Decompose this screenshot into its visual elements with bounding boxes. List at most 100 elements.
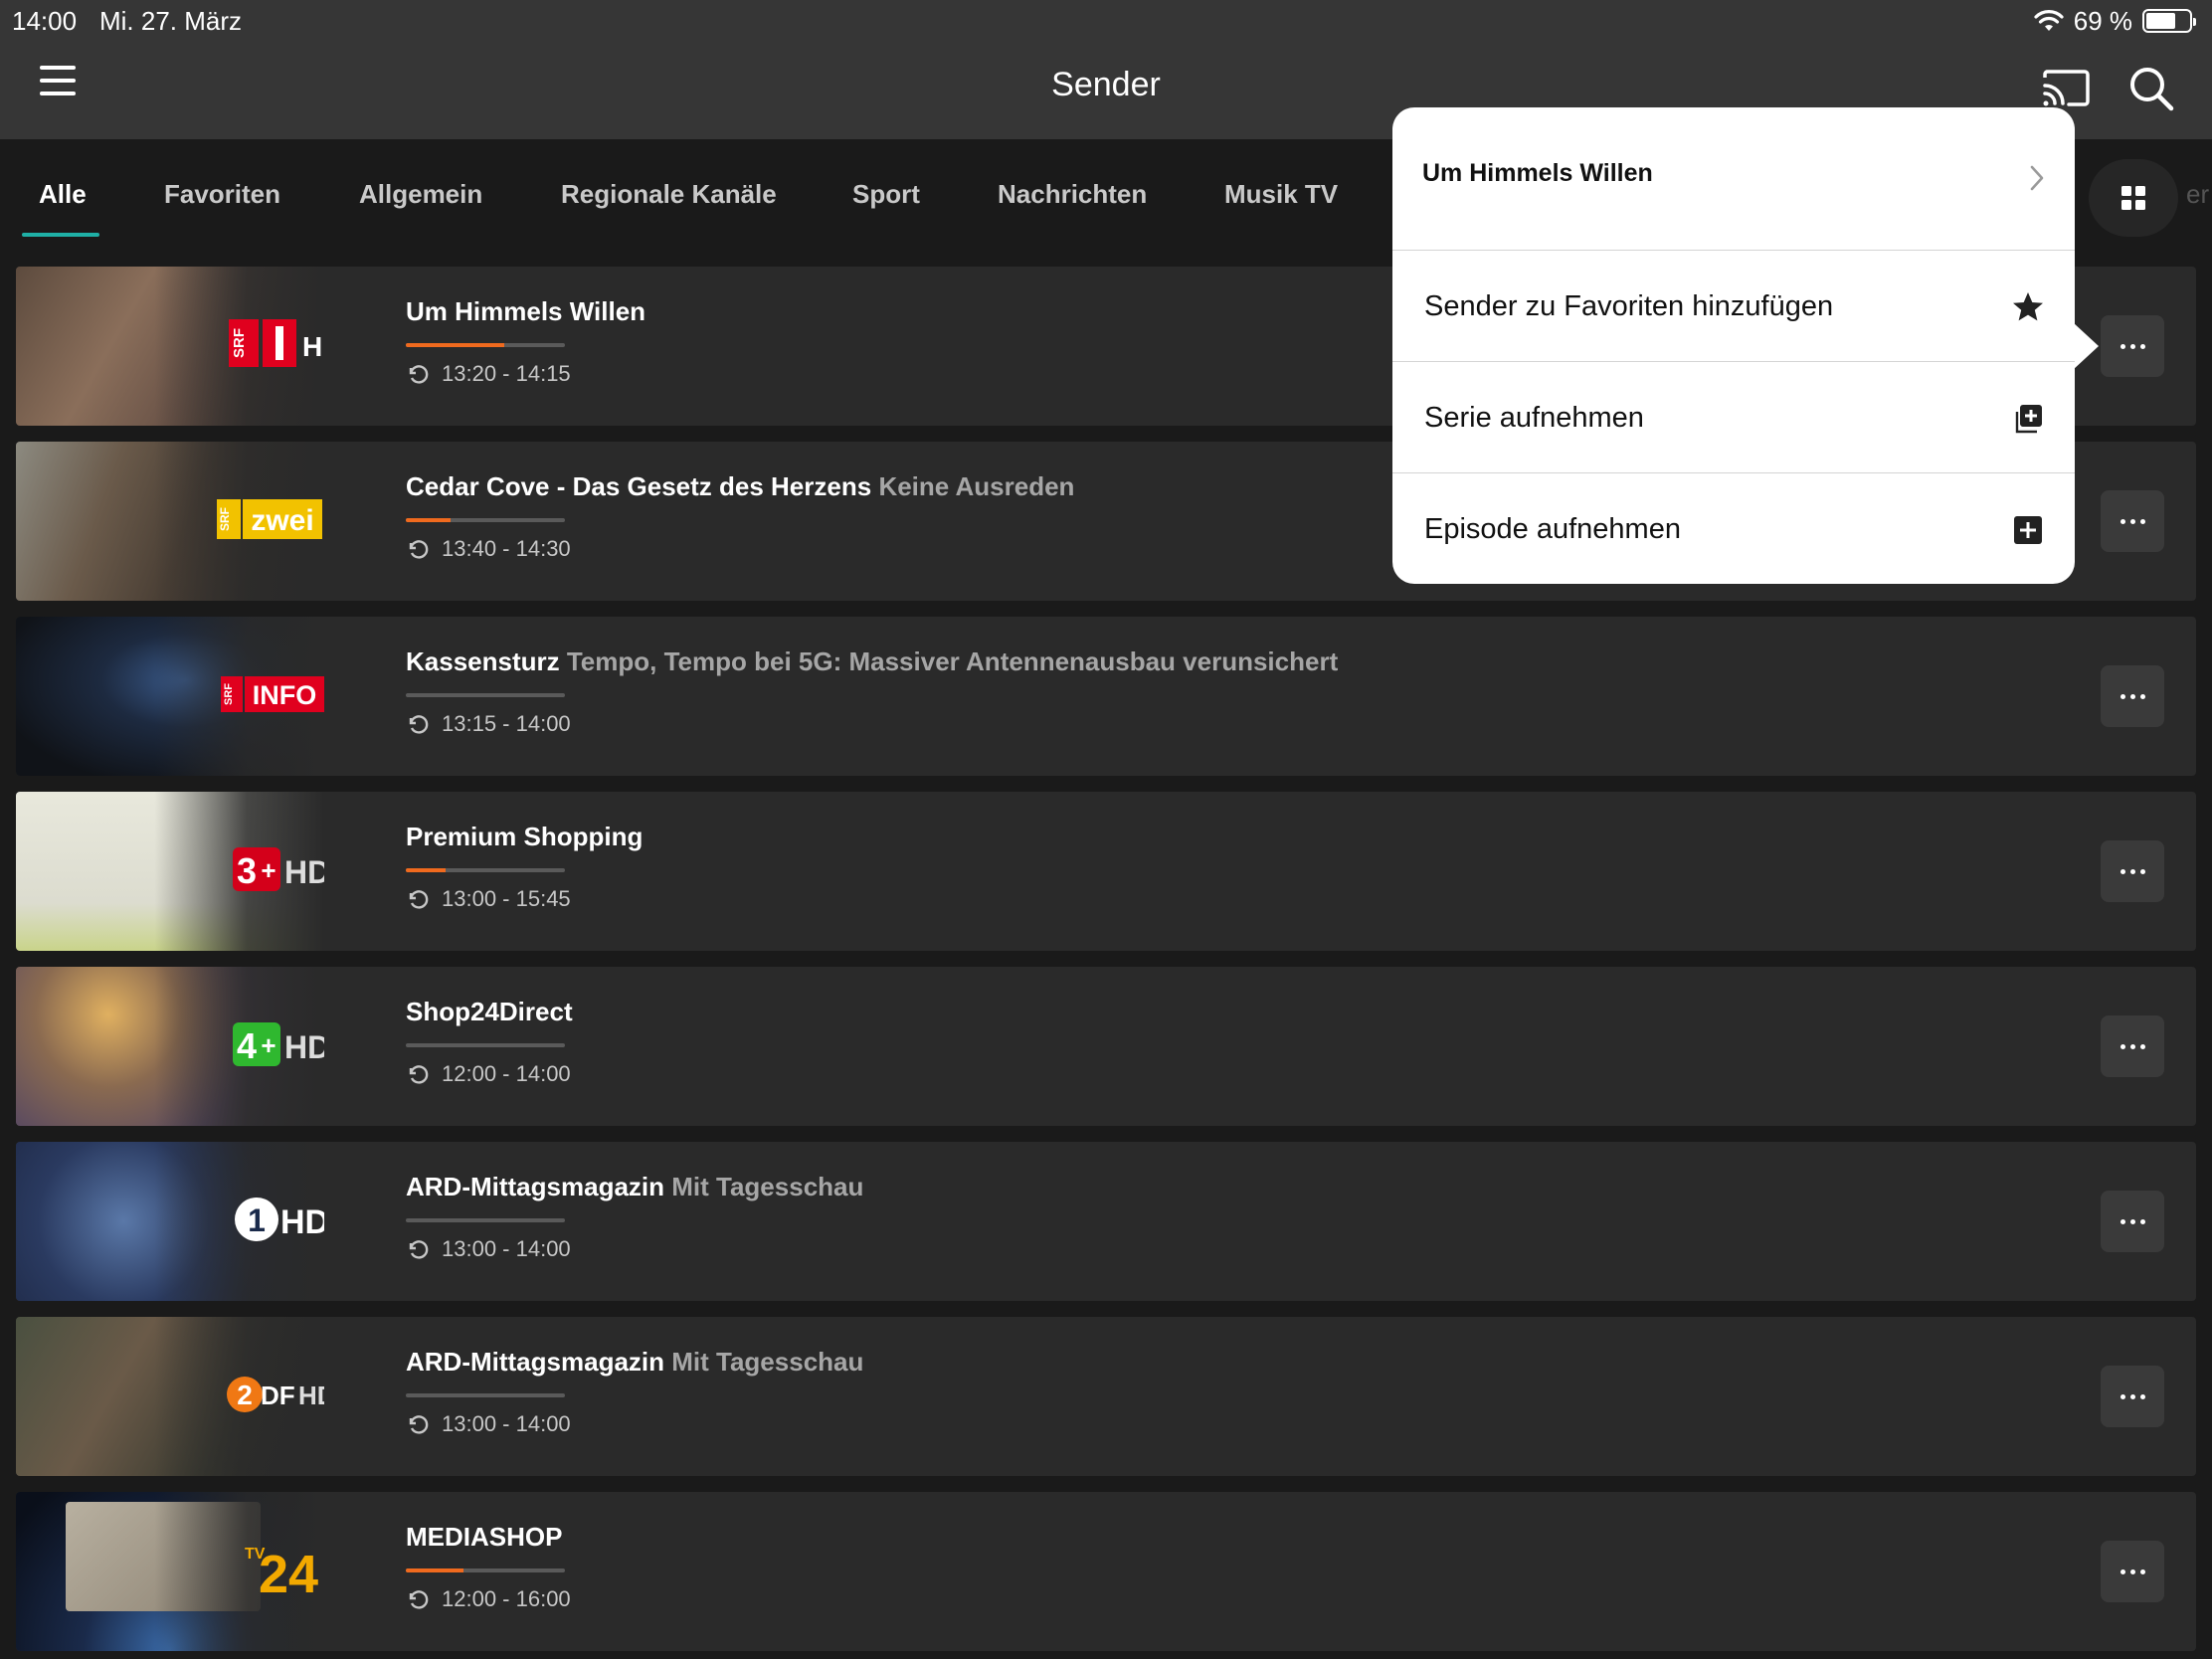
svg-text:1: 1: [248, 1202, 266, 1238]
program-time: 13:20 - 14:15: [442, 361, 571, 386]
svg-text:+: +: [261, 1030, 276, 1060]
more-options-button[interactable]: [2101, 490, 2164, 552]
more-options-button[interactable]: [2101, 1015, 2164, 1077]
channel-logo: 2 DF HD: [223, 1367, 324, 1420]
more-options-button[interactable]: [2101, 1541, 2164, 1602]
svg-text:4: 4: [237, 1025, 257, 1066]
battery-icon: [2142, 9, 2196, 33]
record-episode-icon: [2014, 516, 2042, 544]
program-title: ARD-Mittagsmagazin Mit Tagesschau: [406, 1347, 864, 1377]
channel-thumbnail: SRF INFO HD: [16, 617, 324, 776]
channel-row[interactable]: 4 + HD Shop24Direct 12:00 - 14:00: [16, 967, 2196, 1126]
channel-row[interactable]: SRF INFO HD Kassensturz Tempo, Tempo bei…: [16, 617, 2196, 776]
replay-icon: [409, 1240, 429, 1259]
channel-thumbnail: TV 24: [16, 1492, 324, 1651]
app-root: 14:00 Mi. 27. März 69 % Sender Alle Favo…: [0, 0, 2212, 1659]
star-icon: [2013, 292, 2043, 321]
channel-row[interactable]: 2 DF HD ARD-Mittagsmagazin Mit Tagesscha…: [16, 1317, 2196, 1476]
program-progress: [406, 1218, 565, 1222]
channel-row[interactable]: 1 HD ARD-Mittagsmagazin Mit Tagesschau 1…: [16, 1142, 2196, 1301]
popover-program-link[interactable]: Um Himmels Willen: [1392, 107, 2075, 251]
svg-text:2: 2: [237, 1380, 253, 1410]
program-title: ARD-Mittagsmagazin Mit Tagesschau: [406, 1172, 864, 1201]
replay-icon: [409, 1065, 429, 1084]
svg-text:zwei: zwei: [251, 504, 313, 537]
tab-alle[interactable]: Alle: [39, 179, 87, 210]
svg-text:+: +: [261, 855, 276, 885]
channel-thumbnail: 2 DF HD: [16, 1317, 324, 1476]
search-icon[interactable]: [2126, 64, 2176, 113]
program-time: 13:40 - 14:30: [442, 536, 571, 561]
channel-thumbnail: SRF zwei HD: [16, 442, 324, 601]
svg-text:SRF: SRF: [218, 507, 232, 531]
channel-thumbnail: SRF HD: [16, 267, 324, 426]
cast-icon[interactable]: [2041, 64, 2091, 111]
channel-logo: TV 24: [245, 1542, 324, 1598]
program-progress: [406, 693, 565, 697]
svg-text:SRF: SRF: [231, 328, 248, 358]
popover-title: Um Himmels Willen: [1422, 159, 1653, 187]
tab-regionale-kanaele[interactable]: Regionale Kanäle: [561, 179, 777, 210]
channel-logo: 3 + HD: [233, 841, 324, 895]
status-date: Mi. 27. März: [99, 6, 243, 36]
more-options-button[interactable]: [2101, 840, 2164, 902]
battery-percent: 69 %: [2073, 5, 2132, 36]
record-series-item[interactable]: Serie aufnehmen: [1392, 362, 2075, 473]
program-title: Premium Shopping: [406, 822, 644, 851]
program-time: 13:00 - 14:00: [442, 1236, 571, 1261]
popover-arrow: [2073, 322, 2099, 370]
svg-text:HD: HD: [280, 1203, 324, 1241]
tab-favoriten[interactable]: Favoriten: [164, 179, 280, 210]
replay-icon: [409, 890, 429, 909]
program-time: 12:00 - 14:00: [442, 1061, 571, 1086]
more-options-button[interactable]: [2101, 315, 2164, 377]
program-progress: [406, 868, 565, 872]
channel-thumbnail: 1 HD: [16, 1142, 324, 1301]
program-progress: [406, 1568, 565, 1572]
program-title: Kassensturz Tempo, Tempo bei 5G: Massive…: [406, 646, 1339, 676]
program-time: 12:00 - 16:00: [442, 1586, 571, 1611]
svg-text:HD: HD: [284, 1029, 324, 1065]
channel-logo: 1 HD: [233, 1192, 324, 1245]
tab-sport[interactable]: Sport: [852, 179, 920, 210]
svg-text:INFO: INFO: [253, 680, 317, 710]
channel-logo: 4 + HD: [233, 1016, 324, 1070]
tab-musik-tv[interactable]: Musik TV: [1224, 179, 1338, 210]
program-time: 13:00 - 15:45: [442, 886, 571, 911]
channel-row[interactable]: 3 + HD Premium Shopping 13:00 - 15:45: [16, 792, 2196, 951]
wifi-icon: [2034, 10, 2064, 31]
channel-row[interactable]: TV 24 MEDIASHOP 12:00 - 16:00: [16, 1492, 2196, 1651]
replay-icon: [409, 1590, 429, 1609]
program-progress: [406, 343, 565, 347]
svg-text:HD: HD: [302, 331, 324, 362]
program-progress: [406, 1043, 565, 1047]
replay-icon: [409, 1415, 429, 1434]
program-progress: [406, 1393, 565, 1397]
grid-icon: [2121, 186, 2145, 210]
tab-clipped-label: er: [2186, 179, 2210, 209]
status-indicators: 69 %: [2034, 4, 2196, 38]
grid-view-button[interactable]: [2089, 159, 2178, 237]
channel-logo: SRF HD: [229, 316, 324, 370]
more-options-button[interactable]: [2101, 1191, 2164, 1252]
status-time: 14:00: [12, 6, 78, 36]
record-episode-item[interactable]: Episode aufnehmen: [1392, 473, 2075, 585]
svg-text:SRF: SRF: [223, 683, 235, 705]
more-options-button[interactable]: [2101, 665, 2164, 727]
record-series-icon: [2015, 405, 2042, 434]
channel-thumbnail: 3 + HD: [16, 792, 324, 951]
add-to-favorites-item[interactable]: Sender zu Favoriten hinzufügen: [1392, 251, 2075, 362]
program-time: 13:15 - 14:00: [442, 711, 571, 736]
replay-icon: [409, 365, 429, 384]
more-options-button[interactable]: [2101, 1366, 2164, 1427]
program-progress: [406, 518, 565, 522]
tab-nachrichten[interactable]: Nachrichten: [998, 179, 1147, 210]
chevron-right-icon: [2030, 165, 2044, 191]
svg-text:HD: HD: [284, 854, 324, 890]
svg-text:HD: HD: [298, 1381, 324, 1410]
replay-icon: [409, 540, 429, 559]
page-title: Sender: [1051, 66, 1161, 103]
tab-allgemein[interactable]: Allgemein: [359, 179, 482, 210]
replay-icon: [409, 715, 429, 734]
svg-text:DF: DF: [261, 1381, 295, 1410]
